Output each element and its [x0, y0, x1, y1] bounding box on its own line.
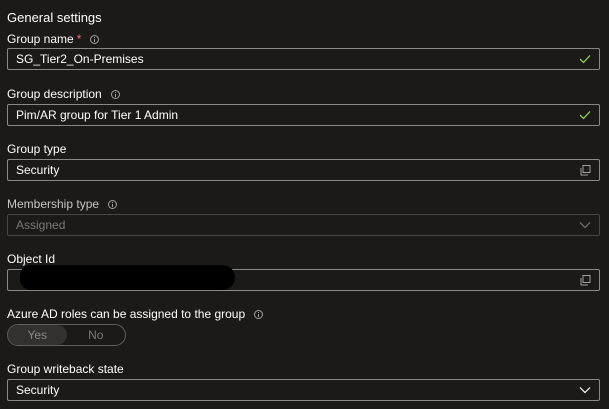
chevron-down-icon: [579, 222, 591, 229]
checkmark-icon: [579, 111, 591, 120]
object-id-label: Object Id: [7, 252, 56, 266]
membership-type-dropdown[interactable]: Assigned: [7, 214, 600, 236]
group-type-label: Group type: [7, 142, 67, 156]
group-name-label: Group name: [7, 32, 74, 46]
group-name-value: SG_Tier2_On-Premises: [16, 52, 144, 66]
membership-type-label-row: Membership type: [7, 197, 118, 211]
group-description-label-row: Group description: [7, 87, 120, 101]
azure-ad-roles-toggle[interactable]: Yes No: [7, 324, 126, 346]
azure-ad-roles-label: Azure AD roles can be assigned to the gr…: [7, 307, 246, 321]
membership-type-value: Assigned: [16, 218, 66, 232]
group-description-value: Pim/AR group for Tier 1 Admin: [16, 108, 179, 122]
info-icon[interactable]: [110, 89, 120, 99]
azure-ad-roles-label-row: Azure AD roles can be assigned to the gr…: [7, 307, 264, 321]
group-type-label-row: Group type: [7, 142, 66, 156]
group-type-field[interactable]: Security: [7, 159, 600, 181]
object-id-label-row: Object Id: [7, 252, 55, 266]
section-title: General settings: [7, 10, 102, 25]
redaction-overlay: [20, 265, 235, 290]
writeback-state-label: Group writeback state: [7, 362, 124, 376]
info-icon[interactable]: [254, 309, 264, 319]
group-name-label-row: Group name *: [7, 32, 100, 46]
toggle-option-yes[interactable]: Yes: [8, 325, 67, 345]
info-icon[interactable]: [90, 34, 100, 44]
writeback-state-value: Security: [16, 383, 60, 397]
toggle-option-no[interactable]: No: [67, 325, 126, 345]
writeback-state-dropdown[interactable]: Security: [7, 379, 600, 401]
checkmark-icon: [579, 55, 591, 64]
info-icon[interactable]: [108, 199, 118, 209]
copy-icon[interactable]: [580, 164, 591, 176]
writeback-state-label-row: Group writeback state: [7, 362, 124, 376]
group-name-input[interactable]: SG_Tier2_On-Premises: [7, 48, 600, 70]
group-type-value: Security: [16, 163, 60, 177]
copy-icon[interactable]: [580, 274, 591, 286]
required-marker: *: [76, 32, 82, 46]
membership-type-label: Membership type: [7, 197, 100, 211]
group-description-input[interactable]: Pim/AR group for Tier 1 Admin: [7, 104, 600, 126]
group-description-label: Group description: [7, 87, 102, 101]
chevron-down-icon: [579, 387, 591, 394]
